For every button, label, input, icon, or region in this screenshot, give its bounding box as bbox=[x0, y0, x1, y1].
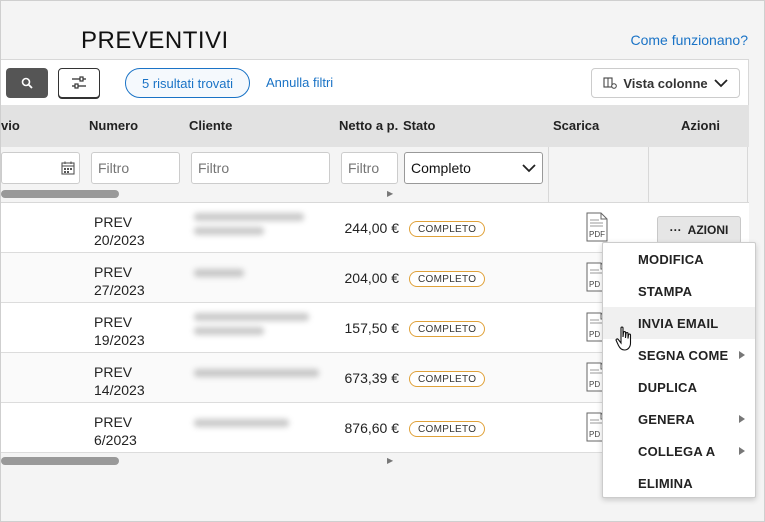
header-cliente[interactable]: Cliente bbox=[189, 118, 232, 133]
filter-toggle-button[interactable] bbox=[58, 68, 100, 98]
status-badge: COMPLETO bbox=[409, 221, 486, 237]
netto-filter-input[interactable] bbox=[348, 160, 397, 176]
filter-row: Completo ▶ bbox=[1, 147, 749, 203]
numero-filter-field[interactable] bbox=[91, 152, 180, 184]
menu-item-label: SEGNA COME bbox=[638, 347, 729, 363]
column-divider bbox=[747, 147, 748, 203]
calendar-icon[interactable] bbox=[61, 161, 75, 175]
menu-item-label: GENERA bbox=[638, 411, 695, 427]
status-badge: COMPLETO bbox=[409, 321, 486, 337]
toolbar: 5 risultati trovati Annulla filtri Vista… bbox=[1, 59, 749, 105]
stato-filter-select[interactable]: Completo bbox=[404, 152, 543, 184]
search-icon bbox=[21, 77, 33, 89]
header-netto[interactable]: Netto a p. bbox=[339, 118, 398, 133]
status-badge: COMPLETO bbox=[409, 271, 486, 287]
search-button[interactable] bbox=[6, 68, 48, 98]
more-dots-icon: ··· bbox=[669, 223, 682, 237]
client-name-redacted bbox=[194, 413, 314, 443]
column-view-label: Vista colonne bbox=[623, 75, 708, 91]
svg-text:PD: PD bbox=[589, 330, 600, 339]
stato-filter-value: Completo bbox=[411, 160, 471, 176]
row-number: PREV 27/2023 bbox=[94, 264, 145, 298]
status-badge: COMPLETO bbox=[409, 421, 486, 437]
cliente-filter-input[interactable] bbox=[198, 160, 329, 176]
header-azioni: Azioni bbox=[681, 118, 720, 133]
row-number: PREV 20/2023 bbox=[94, 214, 145, 248]
client-name-redacted bbox=[194, 313, 314, 343]
row-number: PREV 6/2023 bbox=[94, 414, 137, 448]
row-netto: 876,60 € bbox=[344, 420, 400, 436]
table-header: vio Numero Cliente Netto a p. Stato Scar… bbox=[1, 105, 749, 147]
menu-item-elimina[interactable]: ELIMINA bbox=[603, 467, 755, 499]
page-title: PREVENTIVI bbox=[81, 27, 229, 54]
submenu-arrow-icon bbox=[739, 415, 745, 423]
row-netto: 244,00 € bbox=[344, 220, 400, 236]
chevron-down-icon bbox=[714, 78, 728, 87]
clear-filters-link[interactable]: Annulla filtri bbox=[266, 75, 333, 90]
cliente-filter-field[interactable] bbox=[191, 152, 330, 184]
menu-item-collega-a[interactable]: COLLEGA A bbox=[603, 435, 755, 467]
menu-item-genera[interactable]: GENERA bbox=[603, 403, 755, 435]
actions-label: AZIONI bbox=[687, 223, 729, 237]
app-frame: PREVENTIVI Come funzionano? 5 risultati … bbox=[0, 0, 765, 522]
svg-text:PD: PD bbox=[589, 430, 600, 439]
svg-text:PDF: PDF bbox=[589, 230, 605, 239]
menu-item-duplica[interactable]: DUPLICA bbox=[603, 371, 755, 403]
hand-pointer-cursor-icon bbox=[615, 326, 632, 351]
scroll-right-arrow-icon[interactable]: ▶ bbox=[387, 456, 393, 465]
menu-item-label: COLLEGA A bbox=[638, 443, 716, 459]
svg-text:PD: PD bbox=[589, 380, 600, 389]
numero-filter-input[interactable] bbox=[98, 160, 179, 176]
client-name-redacted bbox=[194, 213, 314, 243]
client-name-redacted bbox=[194, 263, 314, 293]
header-scarica: Scarica bbox=[553, 118, 600, 133]
scroll-right-arrow-icon[interactable]: ▶ bbox=[387, 189, 393, 198]
column-divider bbox=[548, 147, 549, 203]
actions-menu: MODIFICA STAMPA INVIA EMAIL SEGNA COME D… bbox=[602, 242, 756, 498]
menu-item-stampa[interactable]: STAMPA bbox=[603, 275, 755, 307]
menu-item-modifica[interactable]: MODIFICA bbox=[603, 243, 755, 275]
row-netto: 673,39 € bbox=[344, 370, 400, 386]
results-count-pill[interactable]: 5 risultati trovati bbox=[125, 68, 251, 98]
help-link[interactable]: Come funzionano? bbox=[630, 32, 748, 48]
actions-button[interactable]: ··· AZIONI bbox=[657, 216, 741, 244]
pdf-download-icon[interactable]: PDF bbox=[586, 212, 608, 242]
header-stato[interactable]: Stato bbox=[403, 118, 436, 133]
row-netto: 157,50 € bbox=[344, 320, 400, 336]
bottom-scroll-area: ▶ bbox=[1, 453, 399, 469]
row-number: PREV 14/2023 bbox=[94, 364, 145, 398]
row-number: PREV 19/2023 bbox=[94, 314, 145, 348]
header-invio[interactable]: vio bbox=[1, 118, 20, 133]
horizontal-scrollbar-top[interactable] bbox=[1, 190, 119, 198]
sliders-icon bbox=[72, 76, 86, 89]
row-netto: 204,00 € bbox=[344, 270, 400, 286]
submenu-arrow-icon bbox=[739, 447, 745, 455]
columns-settings-icon bbox=[603, 77, 618, 89]
status-badge: COMPLETO bbox=[409, 371, 486, 387]
client-name-redacted bbox=[194, 363, 319, 393]
column-divider bbox=[648, 147, 649, 203]
chevron-down-icon bbox=[522, 163, 536, 172]
netto-filter-field[interactable] bbox=[341, 152, 398, 184]
svg-text:PD: PD bbox=[589, 280, 600, 289]
date-filter-input[interactable] bbox=[1, 152, 80, 184]
header-numero[interactable]: Numero bbox=[89, 118, 138, 133]
horizontal-scrollbar-bottom[interactable] bbox=[1, 457, 119, 465]
column-view-button[interactable]: Vista colonne bbox=[591, 68, 740, 98]
submenu-arrow-icon bbox=[739, 351, 745, 359]
